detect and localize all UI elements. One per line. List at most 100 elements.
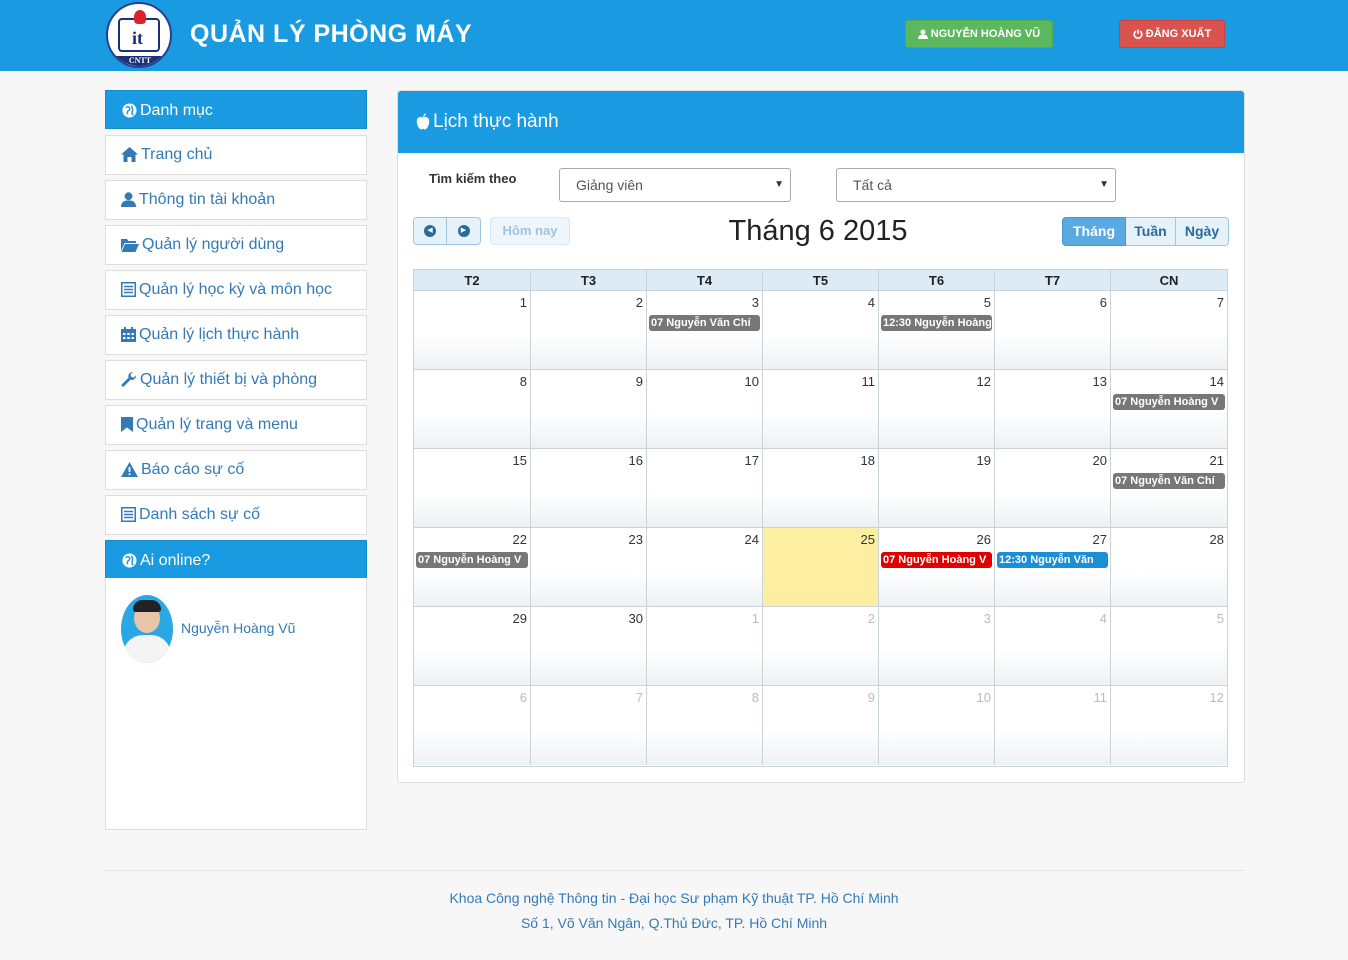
faculty-logo[interactable]: it CNTT	[106, 2, 172, 68]
dropdown-caret-icon: ▼	[774, 179, 784, 190]
calendar-day[interactable]: 6	[414, 686, 531, 765]
day-number: 1	[519, 295, 527, 310]
view-day-button[interactable]: Ngày	[1176, 217, 1229, 246]
chevron-left-icon: ◀	[424, 224, 436, 237]
calendar-day[interactable]: 23	[531, 528, 647, 607]
calendar-day[interactable]: 4	[763, 291, 879, 370]
chevron-right-icon: ▶	[457, 224, 470, 237]
list-icon	[121, 507, 136, 523]
calendar-day[interactable]: 2	[531, 291, 647, 370]
sidebar-item-lab-schedule[interactable]: Quản lý lịch thực hành	[105, 315, 367, 355]
schedule-event[interactable]: 07 Nguyễn Văn Chí	[1113, 473, 1225, 489]
calendar-day[interactable]: 21 07 Nguyễn Văn Chí	[1111, 449, 1227, 528]
avatar[interactable]	[121, 595, 173, 663]
calendar-day[interactable]: 11	[763, 370, 879, 449]
schedule-event[interactable]: 07 Nguyễn Hoàng V	[416, 552, 528, 568]
calendar-title: Tháng 6 2015	[728, 215, 908, 247]
schedule-event[interactable]: 12:30 Nguyễn Văn	[997, 552, 1108, 568]
sidebar-item-devices-rooms[interactable]: Quản lý thiết bị và phòng	[105, 360, 367, 400]
power-icon	[1133, 29, 1143, 40]
day-number: 15	[512, 453, 527, 468]
calendar-day[interactable]: 24	[647, 528, 763, 607]
schedule-event[interactable]: 07 Nguyễn Văn Chí	[649, 315, 760, 331]
sidebar-item-user-management[interactable]: Quản lý người dùng	[105, 225, 367, 265]
day-number: 10	[744, 374, 759, 389]
online-users-title: Ai online?	[140, 552, 211, 569]
logo-mark: it	[132, 28, 143, 48]
calendar-day-today[interactable]: 25	[763, 528, 879, 607]
sidebar-item-incident-list[interactable]: Danh sách sự cố	[105, 495, 367, 535]
calendar-day[interactable]: 19	[879, 449, 995, 528]
app-title[interactable]: QUẢN LÝ PHÒNG MÁY	[190, 20, 472, 49]
user-account-button[interactable]: NGUYỄN HOÀNG VŨ	[905, 20, 1053, 48]
sidebar-item-label: Báo cáo sự cố	[141, 461, 245, 478]
calendar-day[interactable]: 4	[995, 607, 1111, 686]
calendar-day[interactable]: 1	[414, 291, 531, 370]
calendar-day[interactable]: 10	[647, 370, 763, 449]
calendar-day[interactable]: 11	[995, 686, 1111, 765]
calendar-day[interactable]: 6	[995, 291, 1111, 370]
sidebar-item-report-incident[interactable]: Báo cáo sự cố	[105, 450, 367, 490]
calendar-day[interactable]: 15	[414, 449, 531, 528]
schedule-event[interactable]: 12:30 Nguyễn Hoàng	[881, 315, 992, 331]
calendar-day[interactable]: 26 07 Nguyễn Hoàng V	[879, 528, 995, 607]
calendar-day[interactable]: 28	[1111, 528, 1227, 607]
weekday-header: T7	[995, 270, 1111, 291]
calendar-day[interactable]: 9	[531, 370, 647, 449]
calendar-day[interactable]: 7	[1111, 291, 1227, 370]
schedule-event[interactable]: 07 Nguyễn Hoàng V	[1113, 394, 1225, 410]
calendar-day[interactable]: 14 07 Nguyễn Hoàng V	[1111, 370, 1227, 449]
calendar-day[interactable]: 5	[1111, 607, 1227, 686]
sidebar-item-account-info[interactable]: Thông tin tài khoản	[105, 180, 367, 220]
logo-flame-icon	[134, 10, 146, 24]
calendar-day[interactable]: 13	[995, 370, 1111, 449]
calendar-day[interactable]: 20	[995, 449, 1111, 528]
sidebar-item-pages-menus[interactable]: Quản lý trang và menu	[105, 405, 367, 445]
calendar-day[interactable]: 16	[531, 449, 647, 528]
day-number: 13	[1092, 374, 1107, 389]
day-number: 19	[976, 453, 991, 468]
calendar-day[interactable]: 3	[879, 607, 995, 686]
calendar-day[interactable]: 7	[531, 686, 647, 765]
calendar-day[interactable]: 18	[763, 449, 879, 528]
prev-month-button[interactable]: ◀	[413, 217, 447, 245]
calendar-day[interactable]: 10	[879, 686, 995, 765]
weekday-header: CN	[1111, 270, 1227, 291]
day-number: 1	[751, 611, 759, 626]
view-month-button[interactable]: Tháng	[1062, 217, 1126, 246]
calendar-day[interactable]: 27 12:30 Nguyễn Văn	[995, 528, 1111, 607]
day-number: 4	[1099, 611, 1107, 626]
calendar-day[interactable]: 29	[414, 607, 531, 686]
sidebar-item-semester-subject[interactable]: Quản lý học kỳ và môn học	[105, 270, 367, 310]
calendar-day[interactable]: 2	[763, 607, 879, 686]
view-week-button[interactable]: Tuần	[1126, 217, 1176, 246]
calendar-day[interactable]: 30	[531, 607, 647, 686]
schedule-event[interactable]: 07 Nguyễn Hoàng V	[881, 552, 992, 568]
calendar-day[interactable]: 17	[647, 449, 763, 528]
weekday-header: T4	[647, 270, 763, 291]
lecturer-select[interactable]: Tất cả ▼	[836, 168, 1116, 202]
search-criteria-select[interactable]: Giảng viên ▼	[559, 168, 791, 202]
day-number: 3	[983, 611, 991, 626]
calendar-day[interactable]: 22 07 Nguyễn Hoàng V	[414, 528, 531, 607]
calendar-day[interactable]: 3 07 Nguyễn Văn Chí	[647, 291, 763, 370]
day-number: 12	[976, 374, 991, 389]
warning-icon	[121, 462, 138, 478]
panel-header: Lịch thực hành	[398, 91, 1244, 153]
calendar-day[interactable]: 1	[647, 607, 763, 686]
avatar-body	[123, 635, 171, 663]
day-number: 2	[867, 611, 875, 626]
today-button[interactable]: Hôm nay	[490, 217, 570, 245]
sidebar-item-home[interactable]: Trang chủ	[105, 135, 367, 175]
calendar-day[interactable]: 12	[1111, 686, 1227, 765]
calendar-day[interactable]: 5 12:30 Nguyễn Hoàng	[879, 291, 995, 370]
lecturer-select-value: Tất cả	[853, 177, 892, 193]
day-number: 9	[635, 374, 643, 389]
next-month-button[interactable]: ▶	[447, 217, 481, 245]
online-user-name[interactable]: Nguyễn Hoàng Vũ	[181, 620, 295, 636]
calendar-day[interactable]: 12	[879, 370, 995, 449]
logout-button[interactable]: ĐĂNG XUẤT	[1119, 20, 1225, 48]
calendar-day[interactable]: 8	[647, 686, 763, 765]
calendar-day[interactable]: 8	[414, 370, 531, 449]
calendar-day[interactable]: 9	[763, 686, 879, 765]
